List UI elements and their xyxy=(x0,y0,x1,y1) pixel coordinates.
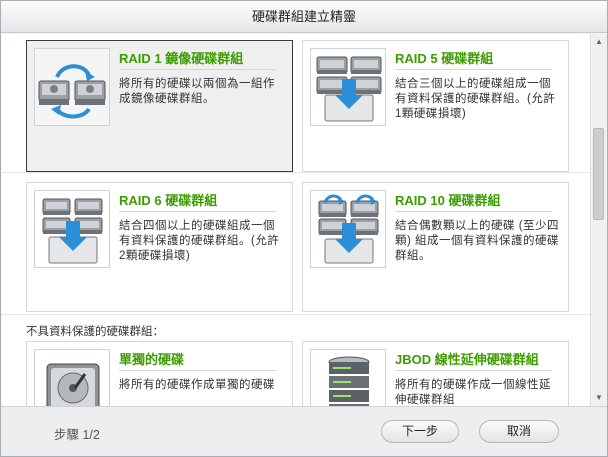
cancel-button[interactable]: 取消 xyxy=(479,420,559,443)
row-divider xyxy=(2,314,590,315)
option-title: JBOD 線性延伸硬碟群組 xyxy=(395,352,539,367)
option-card-raid5[interactable]: RAID 5 硬碟群組 結合三個以上的硬碟組成一個有資料保護的硬碟群組。(允許1… xyxy=(302,40,569,172)
option-description: 將所有的硬碟以兩個為一組作成鏡像硬碟群組。 xyxy=(119,78,275,105)
title-divider xyxy=(119,370,276,371)
option-description: 結合偶數顆以上的硬碟 (至少四顆) 組成一個有資料保護的硬碟群組。 xyxy=(395,220,560,262)
option-title: RAID 6 硬碟群組 xyxy=(119,193,218,208)
option-description: 將所有的硬碟作成一個線性延伸硬碟群組 xyxy=(395,379,551,406)
scrollbar-thumb[interactable] xyxy=(593,128,604,220)
option-description: 結合三個以上的硬碟組成一個有資料保護的硬碟群組。(允許1顆硬碟損壞) xyxy=(395,78,556,120)
vertical-scrollbar[interactable]: ▲ ▼ xyxy=(590,34,606,406)
option-card-raid1[interactable]: RAID 1 鏡像硬碟群組 將所有的硬碟以兩個為一組作成鏡像硬碟群組。 xyxy=(26,40,293,172)
option-title: RAID 1 鏡像硬碟群組 xyxy=(119,51,244,66)
title-divider xyxy=(395,370,552,371)
raid5-disks-icon xyxy=(310,48,386,126)
unprotected-section-label: 不具資料保護的硬碟群組： xyxy=(26,326,164,338)
options-panel: RAID 1 鏡像硬碟群組 將所有的硬碟以兩個為一組作成鏡像硬碟群組。 RAID… xyxy=(2,34,606,406)
dialog-footer: 步驟 1/2 下一步 取消 xyxy=(1,406,607,456)
raid6-disks-icon xyxy=(34,190,110,268)
option-title: 單獨的硬碟 xyxy=(119,352,185,367)
option-title: RAID 5 硬碟群組 xyxy=(395,51,494,66)
option-title: RAID 10 硬碟群組 xyxy=(395,193,501,208)
row-divider xyxy=(2,172,590,173)
title-divider xyxy=(395,69,552,70)
raid-wizard-dialog: 硬碟群組建立精靈 RAID 1 鏡像硬碟群組 將所有的硬碟以兩個為一組作成鏡像硬… xyxy=(0,0,608,457)
raid1-disks-icon xyxy=(34,48,110,126)
single-disk-icon xyxy=(34,349,110,406)
jbod-stack-icon xyxy=(310,349,386,406)
title-divider xyxy=(119,211,276,212)
scroll-up-arrow-icon[interactable]: ▲ xyxy=(592,35,606,49)
scroll-down-arrow-icon[interactable]: ▼ xyxy=(592,391,606,405)
option-description: 將所有的硬碟作成單獨的硬碟 xyxy=(119,379,275,391)
option-description: 結合四個以上的硬碟組成一個有資料保護的硬碟群組。(允許2顆硬碟損壞) xyxy=(119,220,280,262)
raid10-disks-icon xyxy=(310,190,386,268)
next-button[interactable]: 下一步 xyxy=(381,420,459,443)
option-card-raid10[interactable]: RAID 10 硬碟群組 結合偶數顆以上的硬碟 (至少四顆) 組成一個有資料保護… xyxy=(302,182,569,312)
title-divider xyxy=(119,69,276,70)
option-card-jbod[interactable]: JBOD 線性延伸硬碟群組 將所有的硬碟作成一個線性延伸硬碟群組 xyxy=(302,341,569,406)
option-card-raid6[interactable]: RAID 6 硬碟群組 結合四個以上的硬碟組成一個有資料保護的硬碟群組。(允許2… xyxy=(26,182,293,312)
dialog-title: 硬碟群組建立精靈 xyxy=(1,1,607,33)
step-indicator: 步驟 1/2 xyxy=(54,428,100,442)
option-card-single[interactable]: 單獨的硬碟 將所有的硬碟作成單獨的硬碟 xyxy=(26,341,293,406)
title-divider xyxy=(395,211,552,212)
